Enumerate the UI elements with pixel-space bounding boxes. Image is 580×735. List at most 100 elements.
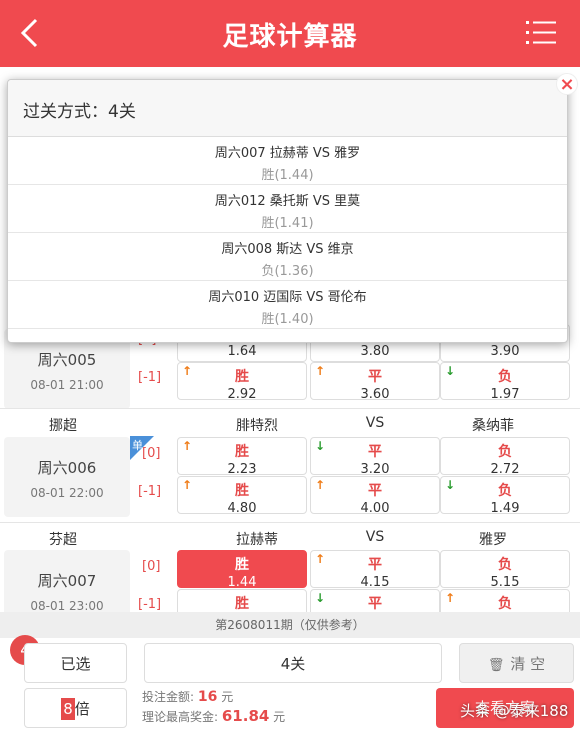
odd-cell-lose[interactable]: ↓ 负 1.49 [440, 476, 570, 516]
app-header: 足球计算器 [0, 0, 580, 67]
odd-cell-lose[interactable]: ↑ 负 [440, 589, 570, 612]
popup-header: 过关方式：4关 [8, 80, 567, 137]
selected-button[interactable]: 已选 [24, 643, 127, 683]
arrow-up-icon: ↑ [315, 364, 326, 378]
odd-label: 胜 [235, 557, 249, 573]
clear-label: 清 空 [510, 655, 546, 673]
odd-label: 平 [368, 596, 382, 612]
arrow-up-icon: ↑ [182, 364, 193, 378]
multiple-unit: 倍 [74, 700, 90, 718]
match-number: 周六005 [37, 351, 97, 369]
match-row: 芬超 拉赫蒂 VS 雅罗 周六007 08-01 23:00 [0] [-1] … [0, 522, 580, 612]
away-team: 雅罗 [479, 532, 507, 548]
popup-item: 周六012 桑托斯 VS 里莫 胜(1.41) [8, 185, 567, 233]
popup-item: 周六007 拉赫蒂 VS 雅罗 胜(1.44) [8, 137, 567, 185]
vs-label: VS [365, 415, 385, 431]
handicap-label: [0] [142, 559, 161, 574]
max-prize-unit: 元 [273, 710, 286, 724]
odd-value: 2.92 [227, 387, 257, 402]
odd-cell-win[interactable]: ↑ 胜 4.80 [177, 476, 307, 516]
popup-pick: 胜(1.40) [261, 312, 314, 327]
odd-label: 负 [498, 596, 512, 612]
trash-icon: 🗑 [487, 658, 505, 673]
odd-value: 1.44 [227, 575, 257, 590]
odd-value: 1.97 [490, 387, 520, 402]
match-time: 08-01 22:00 [30, 486, 104, 500]
match-number: 周六007 [37, 572, 97, 590]
parlay-popup: 过关方式：4关 周六007 拉赫蒂 VS 雅罗 胜(1.44) 周六012 桑托… [7, 79, 568, 343]
close-icon[interactable]: × [556, 73, 578, 95]
odd-value: 1.64 [227, 344, 257, 359]
popup-pick: 胜(1.44) [261, 168, 314, 183]
arrow-up-icon: ↑ [315, 552, 326, 566]
odd-label: 胜 [235, 369, 249, 385]
odd-value: 3.60 [360, 387, 390, 402]
bet-amount-line: 投注金额: 16 元 [142, 688, 285, 705]
bet-amount-unit: 元 [221, 690, 234, 704]
odd-cell-draw[interactable]: ↑ 平 4.15 [310, 550, 440, 590]
vs-label: VS [365, 529, 385, 545]
odd-label: 负 [498, 444, 512, 460]
popup-match: 周六012 桑托斯 VS 里莫 [214, 194, 361, 209]
odd-value: 3.80 [360, 344, 390, 359]
odd-cell-draw[interactable]: ↑ 平 4.00 [310, 476, 440, 516]
watermark: 头条 @泰来188 [460, 702, 569, 720]
odd-cell-win[interactable]: 胜 [177, 589, 307, 612]
handicap-label: [0] [142, 446, 161, 461]
odd-cell-lose[interactable]: ↓ 负 1.97 [440, 362, 570, 402]
popup-item: 周六008 斯达 VS 维京 负(1.36) [8, 233, 567, 281]
odd-value: 3.20 [360, 462, 390, 477]
odd-cell-win-selected[interactable]: 胜 1.44 [177, 550, 307, 590]
match-number: 周六006 [37, 459, 97, 477]
odd-cell-lose[interactable]: 负 2.72 [440, 437, 570, 477]
odd-cell-draw[interactable]: ↑ 平 3.60 [310, 362, 440, 402]
arrow-down-icon: ↓ [445, 364, 456, 378]
arrow-up-icon: ↑ [315, 478, 326, 492]
odd-label: 平 [368, 444, 382, 460]
odd-label: 平 [368, 483, 382, 499]
popup-pick: 胜(1.41) [261, 216, 314, 231]
max-prize-value: 61.84 [221, 707, 270, 725]
arrow-up-icon: ↑ [182, 439, 193, 453]
parlay-mode-button[interactable]: 4关 [144, 643, 442, 683]
odd-value: 3.90 [490, 344, 520, 359]
money-info: 投注金额: 16 元 理论最高奖金: 61.84 元 [142, 688, 285, 725]
popup-match: 周六007 拉赫蒂 VS 雅罗 [214, 146, 361, 161]
arrow-up-icon: ↑ [182, 478, 193, 492]
max-prize-label: 理论最高奖金: [142, 710, 219, 724]
popup-item: 周六010 迈国际 VS 哥伦布 胜(1.40) [8, 281, 567, 329]
odd-cell-draw[interactable]: ↓ 平 3.20 [310, 437, 440, 477]
multiple-input[interactable]: 8倍 [24, 688, 127, 728]
bet-amount-label: 投注金额: [142, 690, 195, 704]
odd-label: 负 [498, 483, 512, 499]
odd-value: 4.00 [360, 501, 390, 516]
odd-label: 胜 [235, 483, 249, 499]
arrow-up-icon: ↑ [445, 591, 456, 605]
odd-label: 平 [368, 557, 382, 573]
multiple-value: 8 [61, 698, 75, 720]
odd-value: 4.80 [227, 501, 257, 516]
odd-cell-win[interactable]: ↑ 胜 2.23 [177, 437, 307, 477]
away-team: 桑纳菲 [472, 418, 514, 434]
odd-label: 负 [498, 557, 512, 573]
odd-label: 负 [498, 369, 512, 385]
odd-cell-lose[interactable]: 负 5.15 [440, 550, 570, 590]
home-team: 腓特烈 [236, 418, 278, 434]
handicap-label: [-1] [138, 370, 162, 385]
clear-button[interactable]: 🗑 清 空 [459, 643, 574, 683]
odd-value: 4.15 [360, 575, 390, 590]
max-prize-line: 理论最高奖金: 61.84 元 [142, 707, 285, 725]
odd-value: 5.15 [490, 575, 520, 590]
odd-label: 胜 [235, 596, 249, 612]
arrow-down-icon: ↓ [315, 439, 326, 453]
odd-cell-draw[interactable]: ↓ 平 [310, 589, 440, 612]
issue-number: 第2608011期（仅供参考） [0, 612, 580, 638]
match-info: 周六006 08-01 22:00 [4, 437, 130, 517]
popup-match: 周六010 迈国际 VS 哥伦布 [208, 290, 367, 305]
bet-amount-value: 16 [197, 689, 218, 705]
menu-icon[interactable] [526, 20, 556, 46]
odd-label: 平 [368, 369, 382, 385]
odd-cell-win[interactable]: ↑ 胜 2.92 [177, 362, 307, 402]
page-title: 足球计算器 [222, 22, 358, 52]
match-time: 08-01 23:00 [30, 599, 104, 612]
